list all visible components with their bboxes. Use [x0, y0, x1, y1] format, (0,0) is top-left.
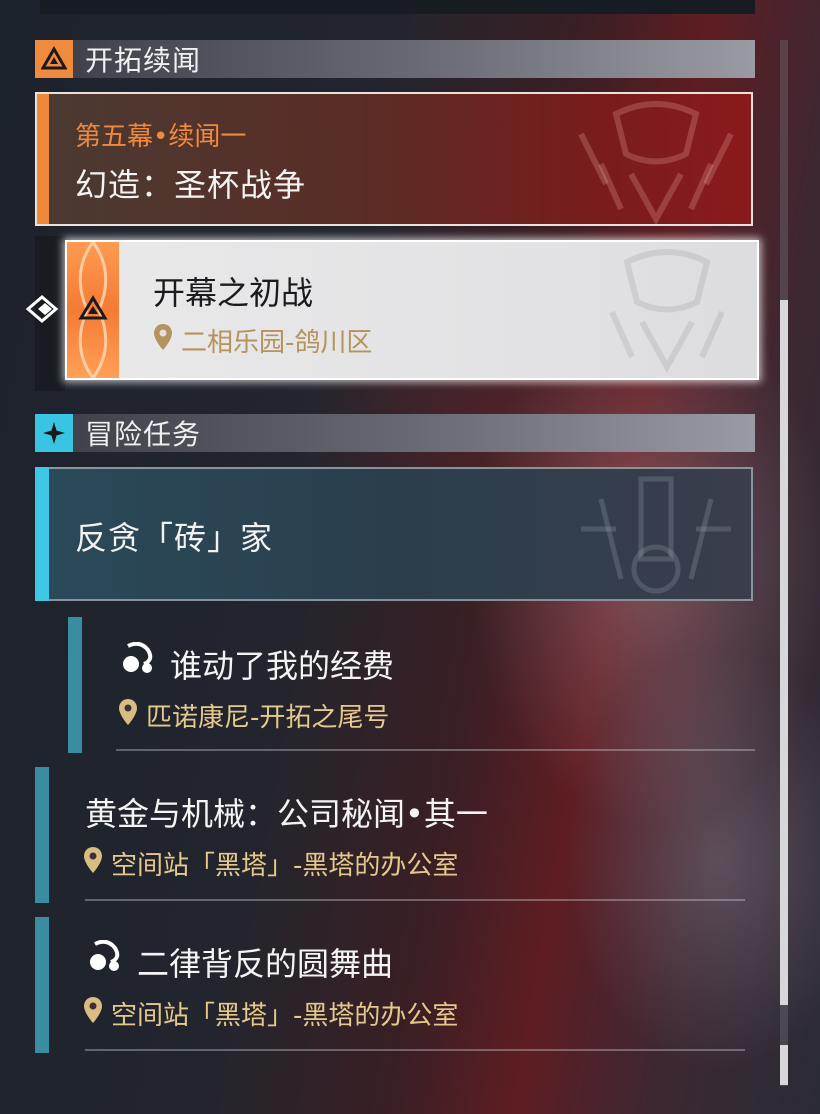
section-title: 开拓续闻	[85, 44, 202, 77]
location-text: 空间站「黑塔」-黑塔的办公室	[111, 851, 459, 881]
subquest-location: 二相乐园-鸽川区	[153, 322, 372, 359]
section-header-adventure: 冒险任务	[35, 414, 755, 452]
trailblaze-emblem-icon	[577, 242, 757, 378]
accent-bar	[35, 467, 49, 601]
location-pin-icon	[153, 323, 173, 358]
location-text: 空间站「黑塔」-黑塔的办公室	[111, 1001, 459, 1031]
location-pin-icon	[83, 996, 103, 1031]
subquest-name: 二律背反的圆舞曲	[85, 939, 393, 985]
accent-bar	[68, 617, 82, 753]
subquest-card-selected[interactable]: 开幕之初战 二相乐园-鸽川区	[65, 240, 759, 380]
adventure-quest-card[interactable]: 反贪「砖」家	[35, 467, 753, 601]
section-header-trailblaze: 开拓续闻	[35, 40, 755, 78]
divider	[85, 899, 745, 901]
dialog-icon	[85, 939, 125, 984]
subquest-location: 匹诺康尼-开拓之尾号	[118, 697, 389, 734]
quest-title: 幻造：圣杯战争	[75, 166, 307, 204]
trailblaze-quest-card[interactable]: 第五幕•续闻一 幻造：圣杯战争	[35, 92, 753, 226]
section-title: 冒险任务	[85, 418, 202, 451]
accent-bar	[35, 917, 49, 1053]
adventure-emblem-icon	[561, 469, 751, 599]
scrollbar-thumb[interactable]	[780, 300, 788, 1005]
divider	[116, 749, 755, 751]
subquest-name: 开幕之初战	[153, 274, 314, 312]
trailblaze-emblem-icon	[561, 94, 751, 224]
list-item[interactable]: 谁动了我的经费 匹诺康尼-开拓之尾号	[68, 617, 755, 753]
divider	[85, 1049, 745, 1051]
quest-chapter: 第五幕•续闻一	[75, 122, 247, 152]
accent-bar	[35, 767, 49, 903]
selection-pointer-icon	[25, 294, 66, 324]
location-pin-icon	[83, 846, 103, 881]
location-text: 匹诺康尼-开拓之尾号	[146, 703, 390, 733]
quest-title: 反贪「砖」家	[75, 519, 274, 557]
subquest-name: 谁动了我的经费	[118, 641, 394, 687]
flame-banner-icon	[67, 242, 119, 378]
subquest-title: 谁动了我的经费	[170, 647, 395, 685]
subquest-location: 空间站「黑塔」-黑塔的办公室	[83, 995, 458, 1032]
subquest-location: 空间站「黑塔」-黑塔的办公室	[83, 845, 458, 882]
list-item[interactable]: 黄金与机械：公司秘闻•其一 空间站「黑塔」-黑塔的办公室	[35, 767, 755, 903]
accent-bar	[37, 94, 49, 224]
list-item[interactable]: 二律背反的圆舞曲 空间站「黑塔」-黑塔的办公室	[35, 917, 755, 1053]
location-text: 二相乐园-鸽川区	[181, 328, 373, 358]
subquest-title: 二律背反的圆舞曲	[137, 945, 394, 983]
scrollbar-end	[780, 1045, 788, 1085]
dialog-icon	[118, 641, 158, 686]
location-pin-icon	[118, 698, 138, 733]
trailblaze-icon	[35, 40, 73, 78]
top-edge	[40, 0, 755, 14]
adventure-icon	[35, 414, 73, 452]
subquest-name: 黄金与机械：公司秘闻•其一	[85, 795, 488, 833]
